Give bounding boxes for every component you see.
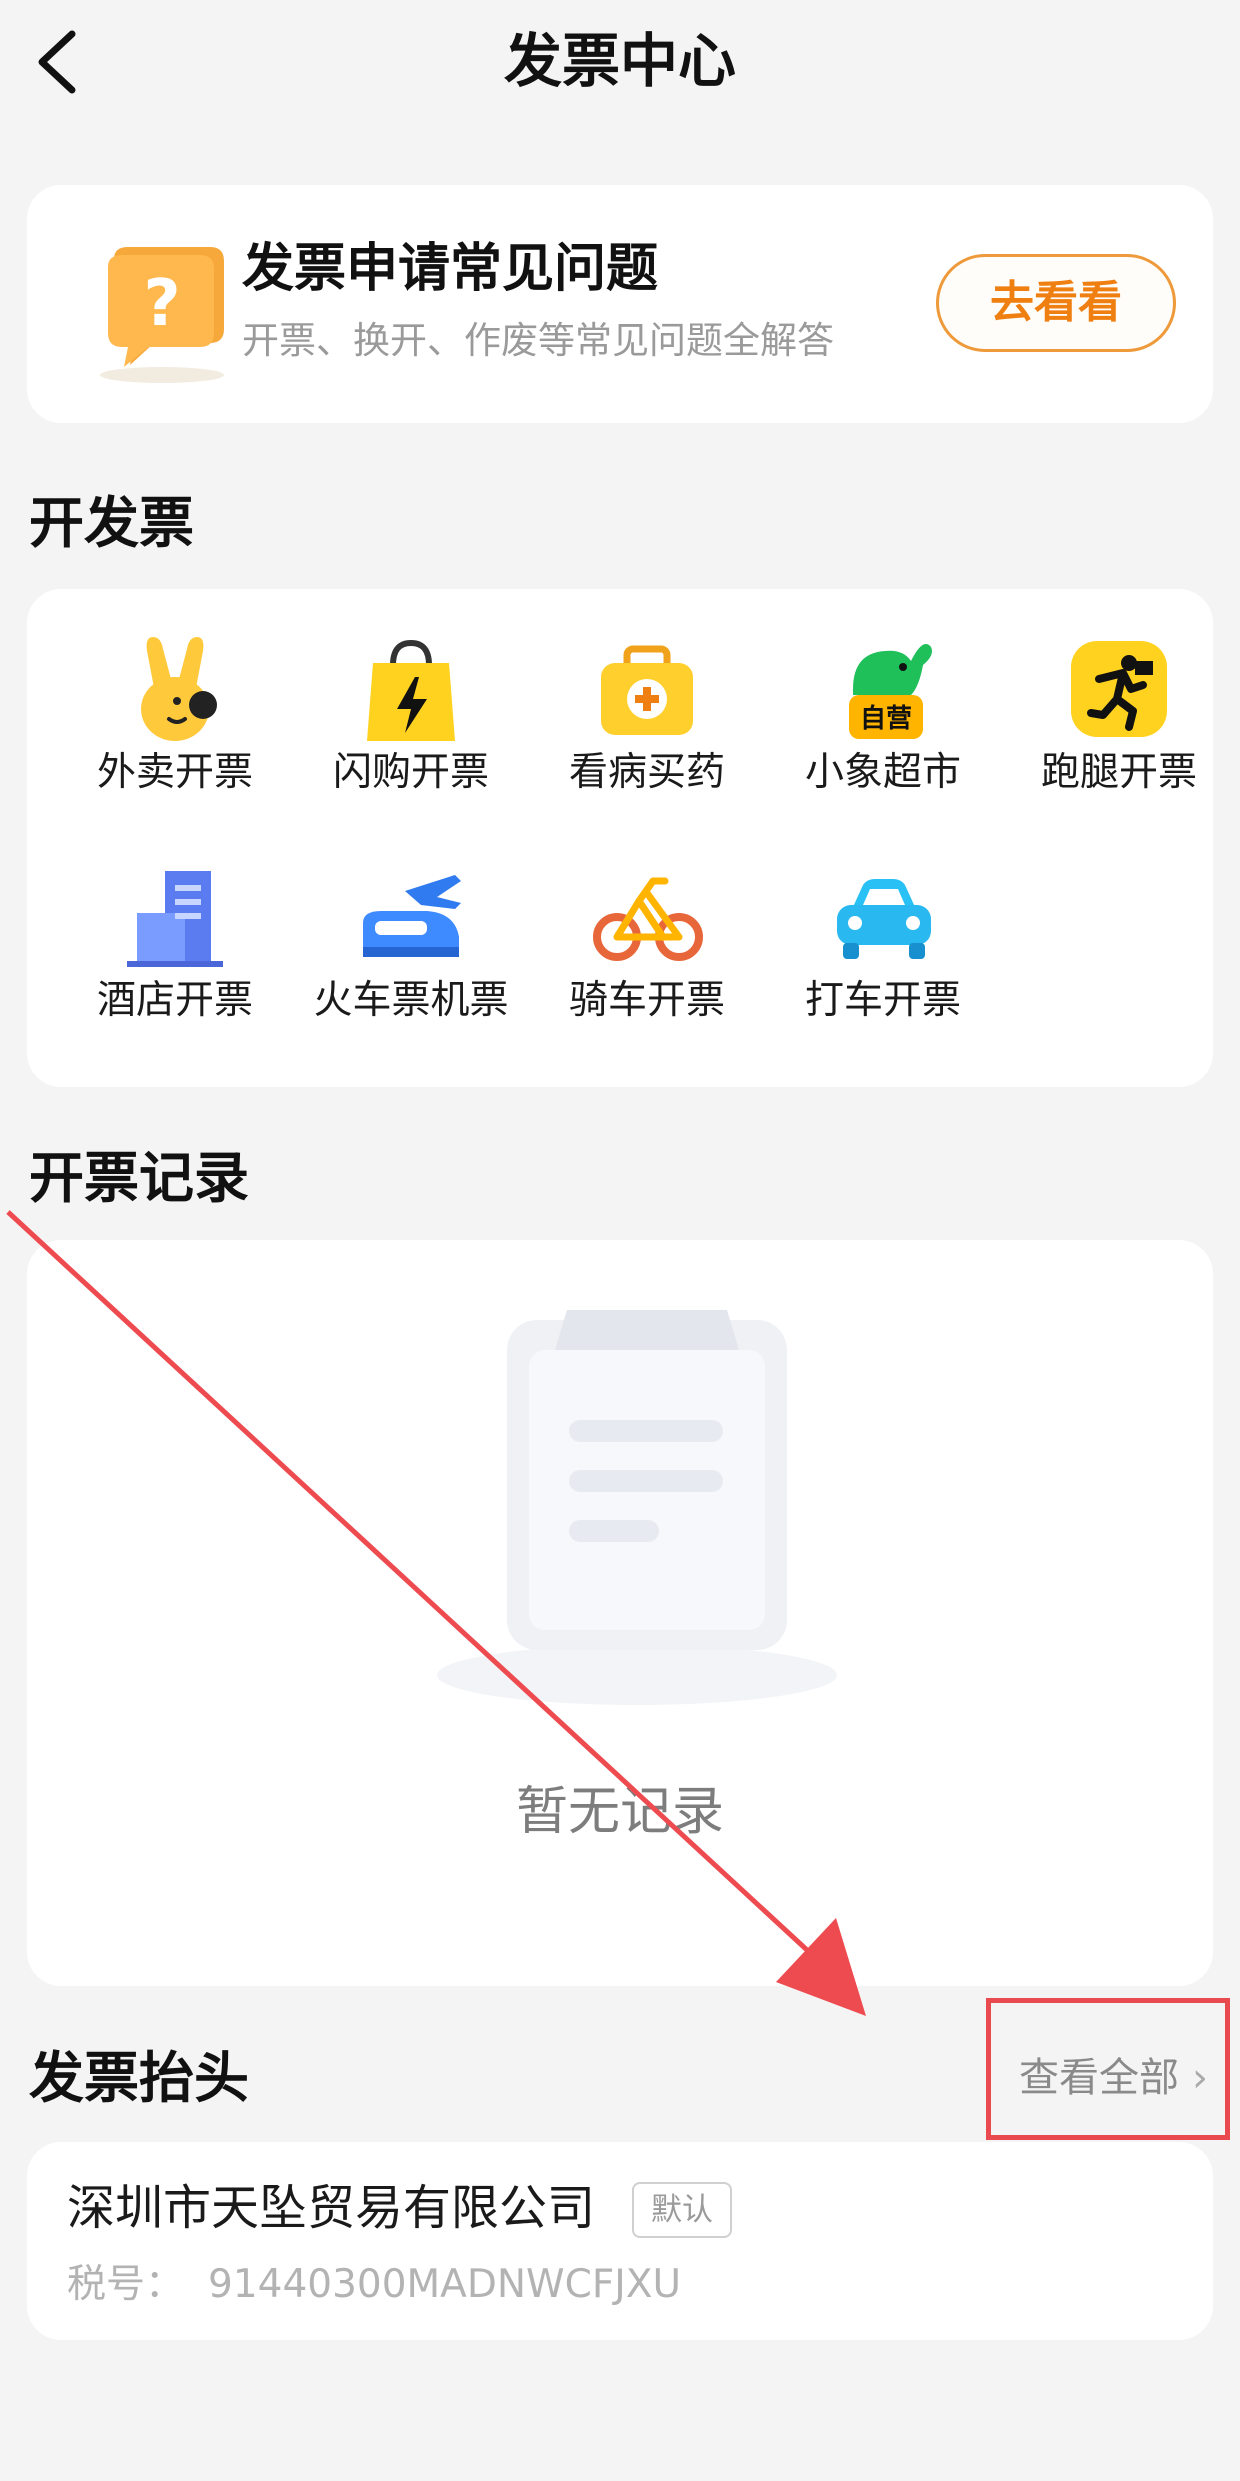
service-grid: 外卖开票 闪购开票 看病买药 自营 小象超市 跑腿开票 酒店开票 火车票机票 骑…	[27, 589, 1213, 1087]
medicine-kit-icon	[587, 629, 707, 749]
annotation-highlight-box	[986, 1998, 1230, 2140]
faq-subtitle: 开票、换开、作废等常见问题全解答	[242, 319, 834, 362]
faq-card[interactable]: ? 发票申请常见问题 开票、换开、作废等常见问题全解答 去看看	[27, 185, 1213, 423]
errand-runner-icon	[1059, 629, 1179, 749]
service-label: 跑腿开票	[1040, 750, 1197, 795]
service-label: 骑车开票	[568, 978, 725, 1023]
section-title-open-invoice: 开发票	[29, 491, 195, 555]
go-see-button[interactable]: 去看看	[936, 254, 1176, 352]
service-medicine[interactable]: 看病买药	[529, 589, 765, 795]
service-waimai[interactable]: 外卖开票	[57, 589, 293, 795]
records-card: 暂无记录	[27, 1240, 1213, 1986]
service-shangou[interactable]: 闪购开票	[293, 589, 529, 795]
service-label: 火车票机票	[313, 978, 509, 1023]
tax-id-value: 91440300MADNWCFJXU	[208, 2262, 682, 2307]
service-train-plane[interactable]: 火车票机票	[293, 817, 529, 1023]
service-hotel[interactable]: 酒店开票	[57, 817, 293, 1023]
section-title-records: 开票记录	[29, 1146, 250, 1210]
default-badge: 默认	[632, 2182, 732, 2238]
train-plane-icon	[351, 857, 471, 977]
faq-title: 发票申请常见问题	[242, 239, 659, 299]
empty-clipboard-icon	[407, 1300, 867, 1720]
invoice-title-card[interactable]: 深圳市天坠贸易有限公司 默认 税号： 91440300MADNWCFJXU	[27, 2142, 1213, 2340]
waimai-bunny-icon	[115, 629, 235, 749]
elephant-supermarket-icon: 自营	[823, 629, 943, 749]
empty-state-text: 暂无记录	[515, 1782, 724, 1842]
self-operated-badge: 自营	[860, 703, 912, 734]
service-label: 外卖开票	[96, 750, 253, 795]
service-errand[interactable]: 跑腿开票	[1001, 589, 1237, 795]
service-label: 闪购开票	[332, 750, 489, 795]
service-bike[interactable]: 骑车开票	[529, 817, 765, 1023]
nav-bar: 发票中心	[0, 0, 1240, 130]
shangou-bag-icon	[351, 629, 471, 749]
hotel-icon	[115, 857, 235, 977]
service-label: 小象超市	[804, 750, 961, 795]
company-name: 深圳市天坠贸易有限公司	[67, 2180, 596, 2236]
bike-icon	[587, 857, 707, 977]
service-xiaoxiang[interactable]: 自营 小象超市	[765, 589, 1001, 795]
question-bubble-icon: ?	[82, 237, 242, 387]
service-car[interactable]: 打车开票	[765, 817, 1001, 1023]
tax-id-label: 税号：	[67, 2262, 185, 2307]
svg-text:?: ?	[143, 267, 180, 341]
page-title: 发票中心	[503, 27, 736, 95]
service-label: 打车开票	[804, 978, 961, 1023]
car-icon	[823, 857, 943, 977]
tax-id-row: 税号： 91440300MADNWCFJXU	[67, 2260, 681, 2310]
service-label: 酒店开票	[96, 978, 253, 1023]
section-title-invoice-title: 发票抬头	[29, 2046, 250, 2110]
service-label: 看病买药	[568, 750, 725, 795]
